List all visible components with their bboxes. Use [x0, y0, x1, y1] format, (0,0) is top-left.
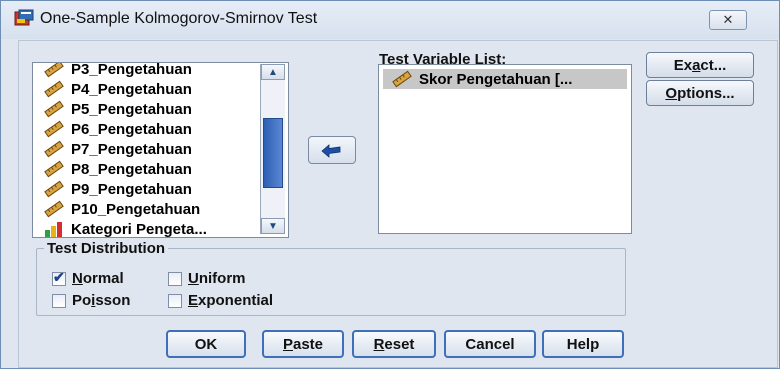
- checkbox-checked[interactable]: [52, 269, 66, 286]
- reset-button[interactable]: Reset: [352, 330, 436, 358]
- help-button[interactable]: Help: [542, 330, 624, 358]
- list-item[interactable]: P4_Pengetahuan: [43, 79, 192, 99]
- checkbox-unchecked[interactable]: [168, 293, 182, 308]
- option-label: xponential: [198, 292, 274, 309]
- window-title: One-Sample Kolmogorov-Smirnov Test: [40, 10, 318, 27]
- checkbox-unchecked[interactable]: [52, 293, 66, 308]
- list-item-label: P5_Pengetahuan: [71, 100, 192, 118]
- uniform-checkbox[interactable]: Uniform: [168, 270, 246, 287]
- arrow-left-icon: [321, 144, 341, 158]
- ruler-icon: [44, 63, 64, 78]
- button-label-mnemonic: R: [373, 335, 385, 353]
- options-button[interactable]: Options...: [646, 80, 754, 106]
- ruler-icon: [44, 180, 64, 198]
- button-label: Cancel: [465, 335, 515, 353]
- ruler-icon: [44, 120, 64, 138]
- scroll-down-button[interactable]: ▼: [261, 218, 285, 234]
- button-label: ct...: [700, 56, 727, 74]
- spss-app-icon: [14, 9, 34, 26]
- source-list-scrollbar[interactable]: ▲ ▼: [260, 64, 285, 234]
- list-item[interactable]: P8_Pengetahuan: [43, 159, 192, 179]
- button-label: eset: [384, 335, 415, 353]
- list-item-label: P8_Pengetahuan: [71, 160, 192, 178]
- option-mnemonic: N: [72, 270, 83, 287]
- close-icon: ✕: [722, 12, 734, 27]
- test-variable-list[interactable]: Skor Pengetahuan [...: [378, 64, 632, 234]
- list-item-label: P10_Pengetahuan: [71, 200, 201, 218]
- button-label-mnemonic: P: [282, 335, 293, 353]
- ruler-icon: [44, 160, 64, 178]
- ruler-icon: [392, 70, 412, 88]
- list-item[interactable]: P6_Pengetahuan: [43, 119, 192, 139]
- button-label: aste: [292, 335, 324, 353]
- checkbox-unchecked[interactable]: [168, 271, 182, 286]
- ruler-icon: [44, 140, 64, 158]
- option-mnemonic: U: [188, 270, 199, 287]
- scroll-up-button[interactable]: ▲: [261, 64, 285, 80]
- test-distribution-label: Test Distribution: [44, 240, 169, 257]
- list-item[interactable]: Kategori Pengeta...: [43, 219, 207, 238]
- ruler-icon: [44, 100, 64, 118]
- list-item-label: P6_Pengetahuan: [71, 120, 192, 138]
- cancel-button[interactable]: Cancel: [444, 330, 536, 358]
- list-item[interactable]: P9_Pengetahuan: [43, 179, 192, 199]
- option-label: ormal: [82, 270, 124, 287]
- close-button[interactable]: ✕: [709, 10, 747, 30]
- button-label: Ex: [673, 56, 693, 74]
- option-label: Po: [72, 292, 92, 309]
- title-bar: One-Sample Kolmogorov-Smirnov Test ✕: [1, 1, 779, 39]
- option-mnemonic: E: [188, 292, 199, 309]
- exponential-checkbox[interactable]: Exponential: [168, 292, 273, 309]
- list-item[interactable]: P10_Pengetahuan: [43, 199, 200, 219]
- poisson-checkbox[interactable]: Po i sson: [52, 292, 130, 309]
- button-label: OK: [194, 335, 218, 353]
- list-item-label: Kategori Pengeta...: [71, 220, 207, 238]
- move-variable-button[interactable]: [308, 136, 356, 164]
- list-item-label: Skor Pengetahuan [...: [419, 70, 573, 88]
- arrow-down-icon: ▼: [268, 220, 278, 232]
- bar-chart-icon: [45, 222, 62, 237]
- list-item[interactable]: P7_Pengetahuan: [43, 139, 192, 159]
- option-label: niform: [198, 270, 246, 287]
- list-item[interactable]: Skor Pengetahuan [...: [383, 69, 627, 89]
- ruler-icon: [44, 80, 64, 98]
- button-label: ptions...: [677, 84, 735, 102]
- button-label-mnemonic: O: [665, 84, 678, 102]
- ok-button[interactable]: OK: [166, 330, 246, 358]
- scroll-thumb[interactable]: [263, 118, 283, 188]
- list-item[interactable]: P3_Pengetahuan: [43, 62, 192, 79]
- paste-button[interactable]: Paste: [262, 330, 344, 358]
- source-variable-list[interactable]: P3_Pengetahuan P4_Pengetahuan P5_Pengeta…: [32, 62, 289, 238]
- ruler-icon: [44, 200, 64, 218]
- exact-button[interactable]: Ex a ct...: [646, 52, 754, 78]
- list-item-label: P9_Pengetahuan: [71, 180, 192, 198]
- list-item[interactable]: P5_Pengetahuan: [43, 99, 192, 119]
- option-label: sson: [95, 292, 131, 309]
- list-item-label: P7_Pengetahuan: [71, 140, 192, 158]
- list-item-label: P3_Pengetahuan: [71, 62, 192, 78]
- normal-checkbox[interactable]: Normal: [52, 269, 124, 287]
- arrow-up-icon: ▲: [268, 66, 278, 78]
- button-label: Help: [566, 335, 600, 353]
- button-label-mnemonic: a: [692, 56, 701, 74]
- list-item-label: P4_Pengetahuan: [71, 80, 192, 98]
